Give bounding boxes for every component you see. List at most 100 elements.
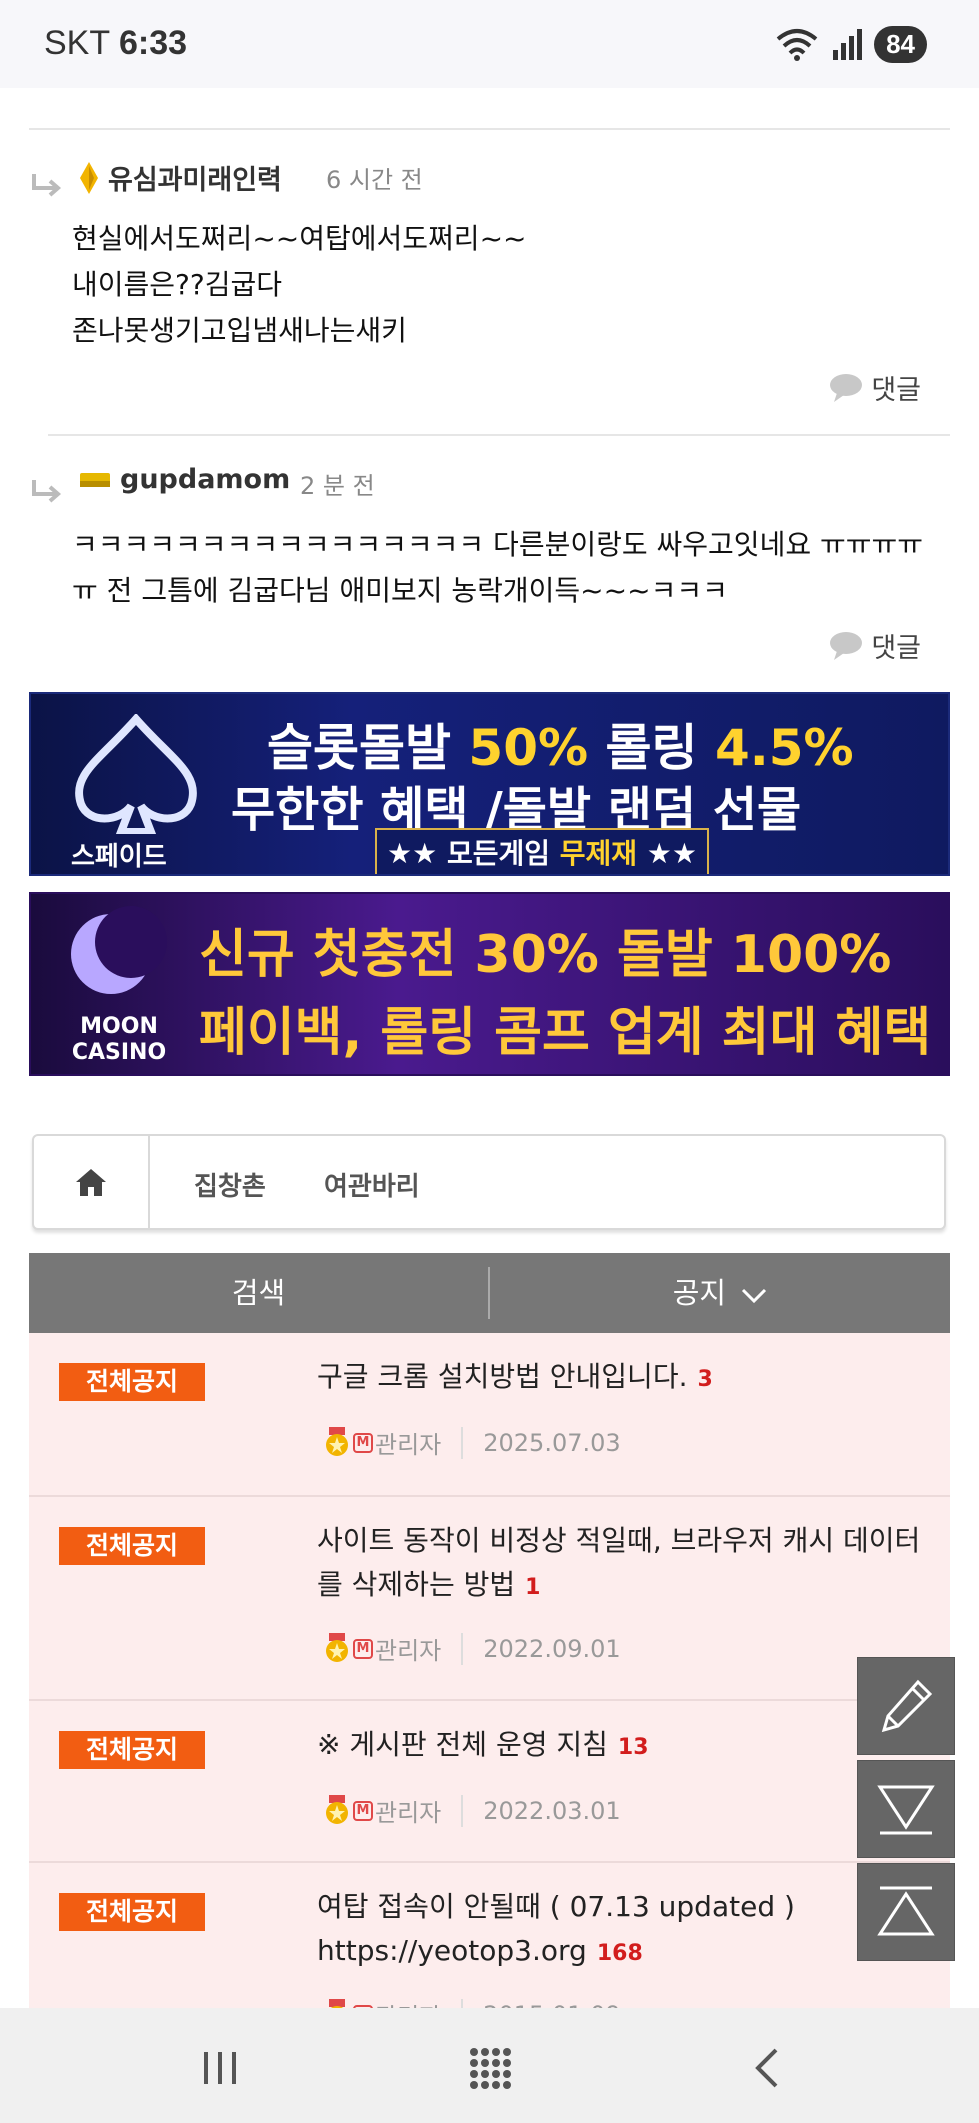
app-drawer-button[interactable]: [460, 2038, 520, 2098]
status-bar: SKT 6:33 84: [0, 0, 979, 88]
breadcrumb-item[interactable]: 여관바리: [324, 1166, 420, 1203]
notice-row[interactable]: 전체공지 ※ 게시판 전체 운영 지침 13 M 관리자 2022.03.01: [29, 1701, 950, 1863]
banner-text: ★★ 모든게임: [387, 837, 560, 870]
speech-bubble-icon: [830, 631, 863, 660]
spade-logo-icon: [75, 714, 197, 834]
banner-tagline: ★★ 모든게임 무제재 ★★: [375, 828, 709, 874]
banner-headline: 신규 첫충전 30% 돌발 100%: [199, 925, 892, 985]
comment-count: 3: [697, 1367, 713, 1392]
meta-divider: [461, 1426, 464, 1459]
status-carrier-time: SKT 6:33: [44, 24, 187, 63]
notice-date: 2025.07.03: [483, 1428, 621, 1457]
banner-brand: 스페이드: [71, 842, 167, 872]
notice-title[interactable]: ※ 게시판 전체 운영 지침 13: [317, 1723, 937, 1770]
carrier-label: SKT: [44, 24, 110, 62]
search-tab[interactable]: 검색: [29, 1253, 488, 1333]
banner-highlight: 4.5%: [714, 719, 854, 777]
comment-author[interactable]: gupdamom: [80, 464, 290, 495]
admin-medal-icon: [326, 1794, 348, 1824]
scroll-top-icon: [877, 1886, 935, 1936]
scroll-to-top-button[interactable]: [857, 1863, 955, 1961]
notice-title[interactable]: 여탑 접속이 안될때 ( 07.13 updated ) https://yeo…: [317, 1885, 937, 1976]
notice-author: 관리자: [375, 1799, 442, 1827]
notice-date: 2022.03.01: [483, 1796, 621, 1825]
meta-divider: [461, 1794, 464, 1827]
banner-subline: 페이백, 롤링 콤프 업계 최대 혜택: [199, 1003, 932, 1063]
notice-meta: M 관리자 2025.07.03: [323, 1425, 621, 1460]
banner-text: 슬롯돌발: [267, 719, 469, 777]
notice-date: 2022.09.01: [483, 1634, 621, 1663]
notice-title-text: 구글 크롬 설치방법 안내입니다.: [317, 1360, 688, 1393]
clock: 6:33: [118, 24, 188, 62]
admin-medal-icon: [326, 1426, 348, 1456]
recent-apps-icon: [204, 2052, 236, 2084]
pencil-icon: [881, 1679, 933, 1733]
meta-divider: [461, 1632, 464, 1665]
moon-logo-icon: [71, 906, 167, 994]
app-grid-icon: [470, 2048, 511, 2089]
scroll-to-bottom-button[interactable]: [857, 1760, 955, 1858]
banner-text: 롤링: [605, 719, 715, 777]
comment-author-name: 유심과미래인력: [108, 165, 282, 196]
home-button[interactable]: [34, 1136, 150, 1228]
notice-meta: M 관리자 2022.03.01: [323, 1793, 621, 1828]
comment-line: 존나못생기고입냄새나는새키: [72, 314, 407, 347]
banner-brand: CASINO: [71, 1040, 167, 1065]
page: SKT 6:33 84 유심과미래인력 6 시간 전 현실에서도쩌리~~여탑에서…: [0, 0, 979, 2123]
recent-apps-button[interactable]: [190, 2038, 250, 2098]
notice-author: 관리자: [375, 1637, 442, 1665]
notice-row[interactable]: 전체공지 구글 크롬 설치방법 안내입니다. 3 M 관리자 2025.07.03: [29, 1333, 950, 1497]
reply-button[interactable]: 댓글: [829, 368, 921, 407]
notice-badge: 전체공지: [59, 1731, 205, 1769]
notice-title-text: ※ 게시판 전체 운영 지침: [317, 1728, 608, 1761]
wifi-icon: [776, 29, 818, 61]
banner-highlight: 50%: [468, 719, 606, 777]
notice-meta: M 관리자 2022.09.01: [323, 1631, 621, 1666]
notice-dropdown[interactable]: 공지: [490, 1253, 950, 1333]
divider: [48, 434, 950, 436]
comment-count: 1: [525, 1575, 541, 1600]
status-icons: 84: [774, 24, 927, 64]
manager-badge-icon: M: [353, 1800, 373, 1821]
back-chevron-icon: [755, 2048, 778, 2088]
comment-time: 2 분 전: [300, 472, 375, 500]
diamond-level-icon: [80, 161, 98, 194]
ad-banner-moon-casino[interactable]: MOON CASINO 신규 첫충전 30% 돌발 100% 페이백, 롤링 콤…: [29, 892, 950, 1076]
manager-badge-icon: M: [353, 1638, 373, 1659]
comment-count: 13: [617, 1735, 649, 1760]
battery-indicator: 84: [874, 25, 927, 63]
reply-arrow-icon: [32, 174, 62, 197]
comment-author-name: gupdamom: [120, 464, 291, 495]
reply-arrow-icon: [32, 480, 62, 503]
banner-highlight: 무제재: [559, 837, 638, 870]
comment-author[interactable]: 유심과미래인력: [80, 158, 282, 197]
speech-bubble-icon: [830, 373, 863, 402]
chevron-down-icon: [742, 1288, 767, 1304]
notice-title-text: 여탑 접속이 안될때 ( 07.13 updated ) https://yeo…: [317, 1890, 795, 1967]
bar-level-icon: [80, 472, 110, 487]
back-button[interactable]: [736, 2038, 796, 2098]
comment-line: 내이름은??김굽다: [72, 268, 283, 301]
notice-badge: 전체공지: [59, 1363, 205, 1401]
notice-dropdown-label: 공지: [672, 1276, 727, 1310]
comment-body: ㅋㅋㅋㅋㅋㅋㅋㅋㅋㅋㅋㅋㅋㅋㅋㅋ 다른분이랑도 싸우고잇네요 ㅠㅠㅠㅠ ㅠ 전 …: [72, 522, 932, 614]
ad-banner-spade[interactable]: 스페이드 슬롯돌발 50% 롤링 4.5% 무한한 혜택 /돌발 랜덤 선물 ★…: [29, 692, 950, 876]
comment-item: gupdamom 2 분 전 ㅋㅋㅋㅋㅋㅋㅋㅋㅋㅋㅋㅋㅋㅋㅋㅋ 다른분이랑도 싸…: [0, 456, 979, 676]
manager-badge-icon: M: [353, 1432, 373, 1453]
reply-button[interactable]: 댓글: [829, 626, 921, 665]
banner-text: ★★: [637, 837, 697, 870]
comment-line: ㅠ 전 그틈에 김굽다님 애미보지 농락개이득~~~ㅋㅋㅋ: [72, 574, 728, 607]
breadcrumb-item[interactable]: 집창촌: [194, 1166, 266, 1203]
comment-item: 유심과미래인력 6 시간 전 현실에서도쩌리~~여탑에서도쩌리~~ 내이름은??…: [0, 150, 979, 420]
notice-title[interactable]: 사이트 동작이 비정상 적일때, 브라우저 캐시 데이터를 삭제하는 방법 1: [317, 1519, 937, 1610]
notice-title[interactable]: 구글 크롬 설치방법 안내입니다. 3: [317, 1355, 937, 1402]
system-nav-bar: [0, 2008, 979, 2123]
comment-count: 168: [596, 1941, 643, 1966]
write-button[interactable]: [857, 1657, 955, 1755]
breadcrumb: 집창촌 여관바리: [32, 1134, 946, 1230]
comment-time: 6 시간 전: [326, 166, 423, 194]
admin-medal-icon: [326, 1632, 348, 1662]
signal-icon: [833, 29, 863, 60]
comment-line: ㅋㅋㅋㅋㅋㅋㅋㅋㅋㅋㅋㅋㅋㅋㅋㅋ 다른분이랑도 싸우고잇네요 ㅠㅠㅠㅠ: [72, 528, 924, 561]
notice-row[interactable]: 전체공지 사이트 동작이 비정상 적일때, 브라우저 캐시 데이터를 삭제하는 …: [29, 1497, 950, 1701]
